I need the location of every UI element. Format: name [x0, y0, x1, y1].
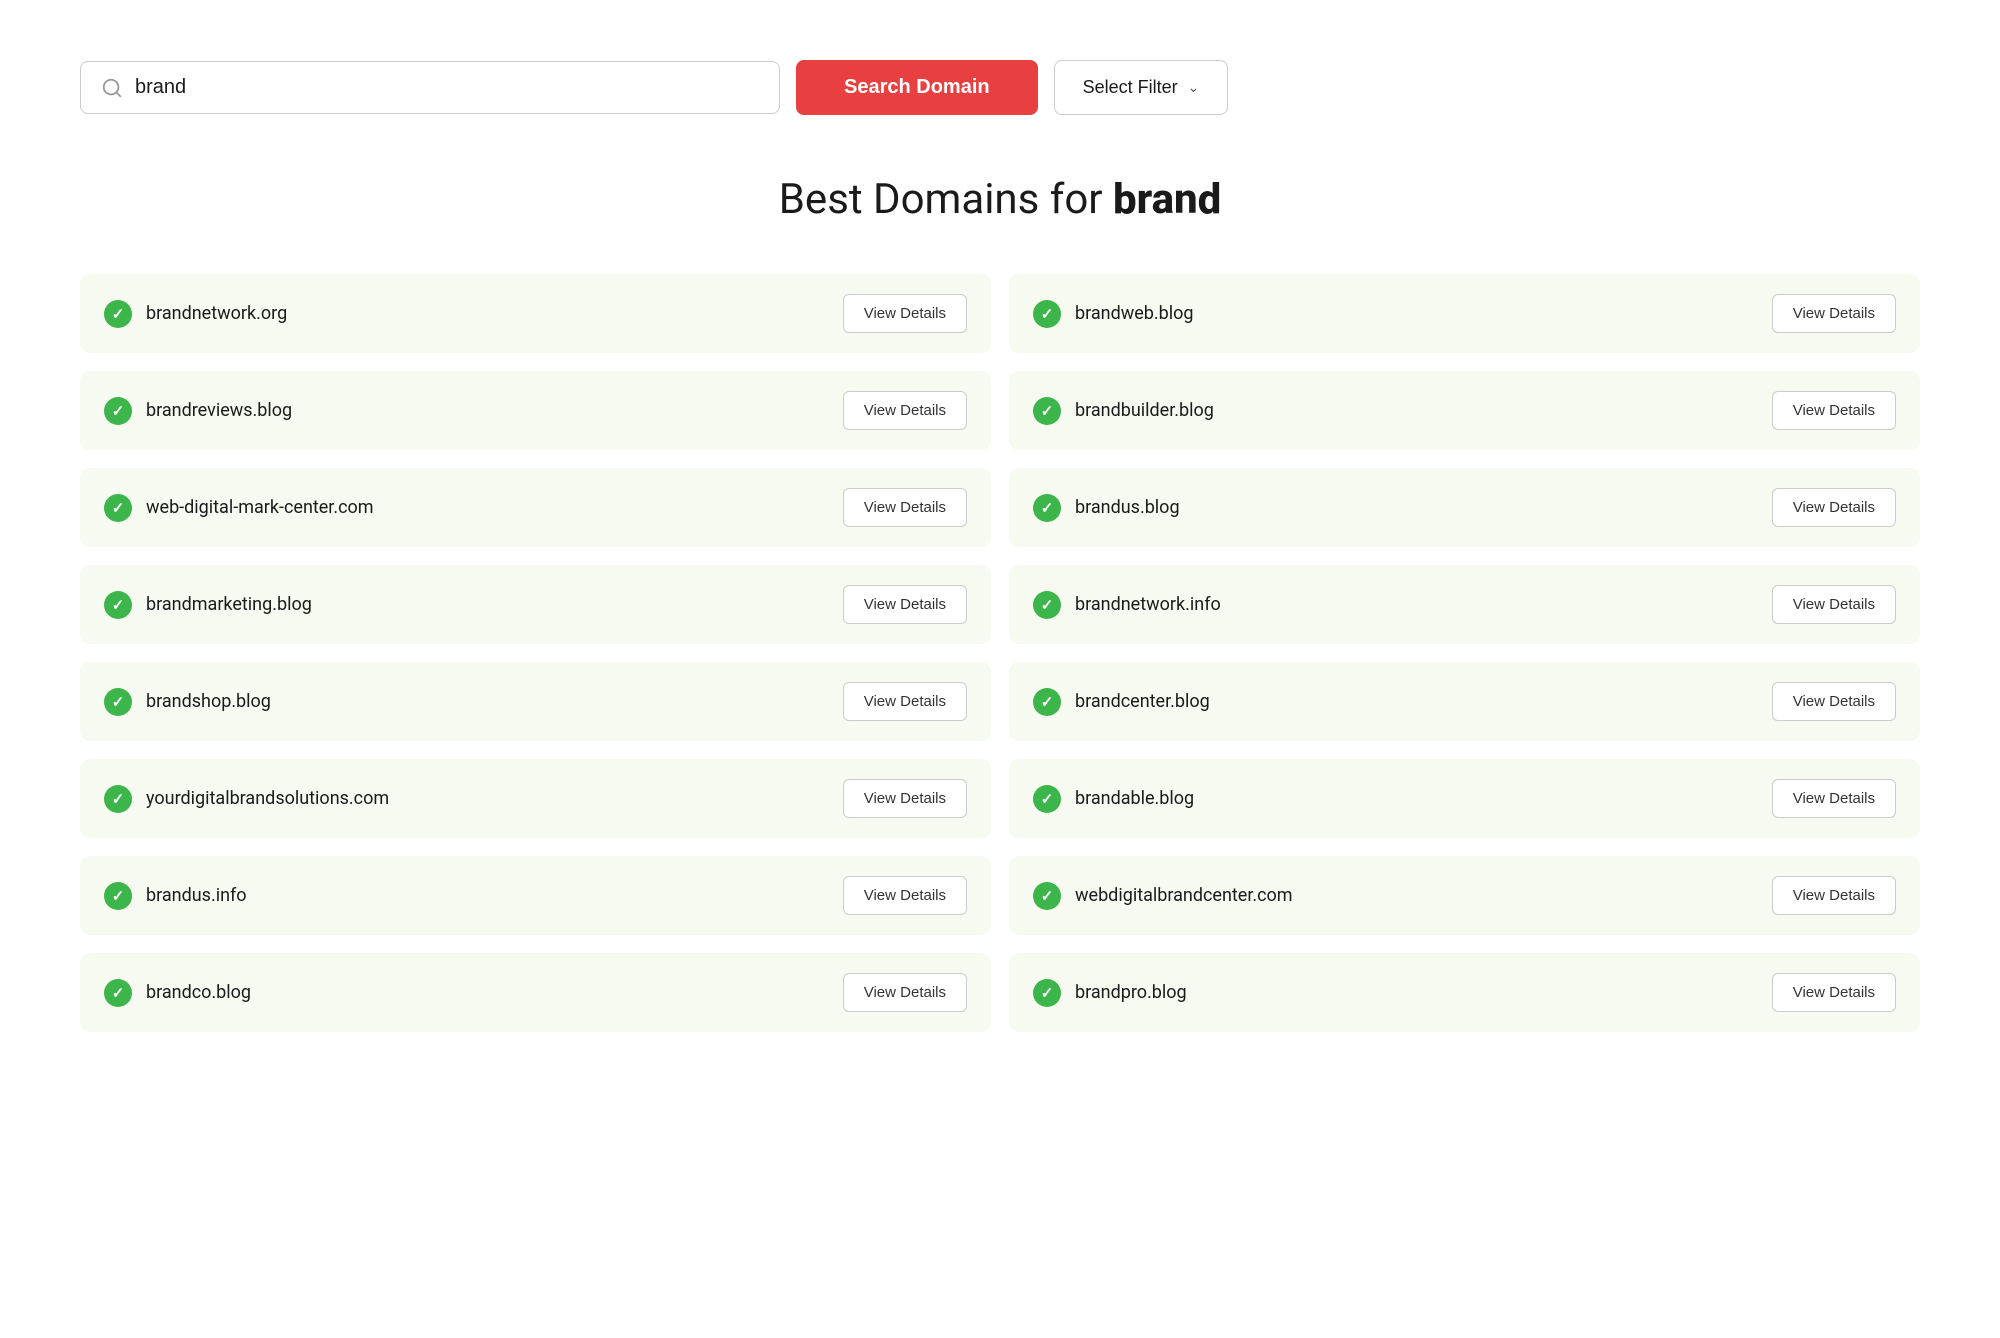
domain-left: yourdigitalbrandsolutions.com [104, 785, 389, 813]
available-icon [104, 979, 132, 1007]
available-icon [104, 494, 132, 522]
available-icon [104, 397, 132, 425]
view-details-button[interactable]: View Details [1772, 488, 1896, 527]
domain-name: brandweb.blog [1075, 303, 1194, 324]
domain-left: brandus.info [104, 882, 247, 910]
available-icon [1033, 785, 1061, 813]
domain-item: brandcenter.blog View Details [1009, 662, 1920, 741]
available-icon [1033, 688, 1061, 716]
domain-item: brandnetwork.org View Details [80, 274, 991, 353]
domain-item: brandweb.blog View Details [1009, 274, 1920, 353]
view-details-button[interactable]: View Details [1772, 973, 1896, 1012]
search-bar: Search Domain Select Filter ⌄ [80, 60, 1920, 115]
view-details-button[interactable]: View Details [843, 682, 967, 721]
domain-item: brandus.blog View Details [1009, 468, 1920, 547]
domain-item: brandus.info View Details [80, 856, 991, 935]
filter-button[interactable]: Select Filter ⌄ [1054, 60, 1229, 115]
filter-label: Select Filter [1083, 77, 1178, 98]
domain-left: brandbuilder.blog [1033, 397, 1214, 425]
domain-item: webdigitalbrandcenter.com View Details [1009, 856, 1920, 935]
view-details-button[interactable]: View Details [843, 973, 967, 1012]
domain-left: brandnetwork.org [104, 300, 287, 328]
available-icon [104, 591, 132, 619]
available-icon [104, 785, 132, 813]
domain-left: brandpro.blog [1033, 979, 1187, 1007]
search-icon [101, 77, 123, 99]
available-icon [104, 300, 132, 328]
view-details-button[interactable]: View Details [843, 488, 967, 527]
view-details-button[interactable]: View Details [843, 391, 967, 430]
view-details-button[interactable]: View Details [843, 585, 967, 624]
domain-item: brandnetwork.info View Details [1009, 565, 1920, 644]
domain-name: brandpro.blog [1075, 982, 1187, 1003]
domain-item: brandreviews.blog View Details [80, 371, 991, 450]
domain-left: brandco.blog [104, 979, 251, 1007]
domain-name: web-digital-mark-center.com [146, 497, 374, 518]
domain-left: brandable.blog [1033, 785, 1194, 813]
domain-item: brandco.blog View Details [80, 953, 991, 1032]
domain-item: web-digital-mark-center.com View Details [80, 468, 991, 547]
search-input[interactable] [135, 76, 759, 99]
domain-name: brandus.info [146, 885, 247, 906]
domain-left: brandmarketing.blog [104, 591, 312, 619]
available-icon [104, 688, 132, 716]
available-icon [1033, 882, 1061, 910]
view-details-button[interactable]: View Details [1772, 876, 1896, 915]
domain-name: brandco.blog [146, 982, 251, 1003]
domain-left: brandcenter.blog [1033, 688, 1210, 716]
view-details-button[interactable]: View Details [843, 779, 967, 818]
view-details-button[interactable]: View Details [1772, 682, 1896, 721]
domain-item: brandable.blog View Details [1009, 759, 1920, 838]
domain-left: brandreviews.blog [104, 397, 292, 425]
domain-name: brandbuilder.blog [1075, 400, 1214, 421]
domain-item: brandmarketing.blog View Details [80, 565, 991, 644]
domain-left: brandshop.blog [104, 688, 271, 716]
chevron-down-icon: ⌄ [1188, 79, 1200, 96]
domain-name: brandshop.blog [146, 691, 271, 712]
domain-name: brandnetwork.org [146, 303, 287, 324]
domain-left: web-digital-mark-center.com [104, 494, 374, 522]
domain-name: brandus.blog [1075, 497, 1180, 518]
view-details-button[interactable]: View Details [843, 876, 967, 915]
domain-name: brandreviews.blog [146, 400, 292, 421]
view-details-button[interactable]: View Details [1772, 391, 1896, 430]
view-details-button[interactable]: View Details [843, 294, 967, 333]
available-icon [1033, 397, 1061, 425]
domains-grid: brandnetwork.org View Details brandweb.b… [80, 274, 1920, 1032]
domain-left: brandweb.blog [1033, 300, 1194, 328]
domain-name: brandcenter.blog [1075, 691, 1210, 712]
available-icon [1033, 300, 1061, 328]
available-icon [1033, 591, 1061, 619]
domain-item: brandpro.blog View Details [1009, 953, 1920, 1032]
results-heading: Best Domains for brand [80, 175, 1920, 224]
search-input-wrapper [80, 61, 780, 114]
domain-name: yourdigitalbrandsolutions.com [146, 788, 389, 809]
available-icon [1033, 494, 1061, 522]
view-details-button[interactable]: View Details [1772, 779, 1896, 818]
domain-name: brandnetwork.info [1075, 594, 1221, 615]
domain-item: yourdigitalbrandsolutions.com View Detai… [80, 759, 991, 838]
search-domain-button[interactable]: Search Domain [796, 60, 1038, 115]
domain-left: brandnetwork.info [1033, 591, 1221, 619]
view-details-button[interactable]: View Details [1772, 294, 1896, 333]
domain-name: brandmarketing.blog [146, 594, 312, 615]
domain-name: webdigitalbrandcenter.com [1075, 885, 1293, 906]
domain-item: brandbuilder.blog View Details [1009, 371, 1920, 450]
domain-name: brandable.blog [1075, 788, 1194, 809]
domain-left: brandus.blog [1033, 494, 1180, 522]
domain-item: brandshop.blog View Details [80, 662, 991, 741]
domain-left: webdigitalbrandcenter.com [1033, 882, 1293, 910]
available-icon [104, 882, 132, 910]
view-details-button[interactable]: View Details [1772, 585, 1896, 624]
available-icon [1033, 979, 1061, 1007]
